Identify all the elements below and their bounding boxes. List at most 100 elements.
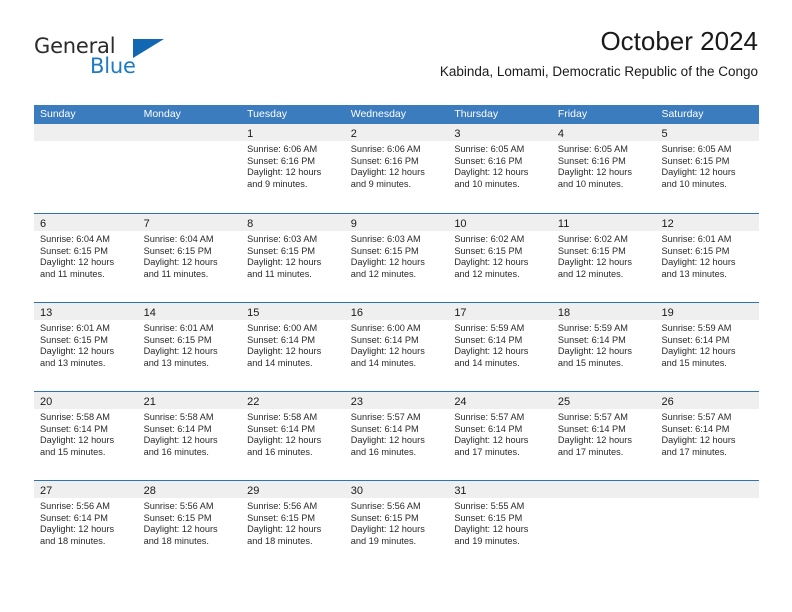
sunrise-text: Sunrise: 5:59 AM (661, 323, 732, 333)
sunrise-text: Sunrise: 6:01 AM (661, 234, 732, 244)
daylight-text: Daylight: 12 hours and 17 minutes. (557, 435, 632, 457)
calendar-day-cell[interactable]: 26 Sunrise: 5:57 AM Sunset: 6:14 PM Dayligh… (655, 392, 760, 480)
sunset-text: Sunset: 6:14 PM (40, 423, 108, 434)
sunrise-text: Sunrise: 5:57 AM (557, 412, 628, 422)
calendar-day-cell[interactable]: 8 Sunrise: 6:03 AM Sunset: 6:15 PM Daylight… (241, 214, 345, 302)
calendar-day-cell[interactable]: 5 Sunrise: 6:05 AM Sunset: 6:15 PM Daylight… (655, 124, 760, 213)
weekday-header-saturday: Saturday (661, 108, 704, 120)
daylight-text: Daylight: 12 hours and 9 minutes. (247, 167, 322, 189)
calendar-day-cell[interactable]: 18 Sunrise: 5:59 AM Sunset: 6:14 PM Dayligh… (551, 303, 656, 391)
daylight-text: Daylight: 12 hours and 18 minutes. (143, 524, 218, 546)
calendar-day-cell[interactable]: 20 Sunrise: 5:58 AM Sunset: 6:14 PM Dayligh… (34, 392, 138, 480)
day-number-band (655, 481, 760, 498)
calendar-day-cell[interactable]: 24 Sunrise: 5:57 AM Sunset: 6:14 PM Dayligh… (448, 392, 552, 480)
calendar-day-cell[interactable]: 29 Sunrise: 5:56 AM Sunset: 6:15 PM Dayligh… (241, 481, 345, 569)
calendar-day-cell[interactable]: 31 Sunrise: 5:55 AM Sunset: 6:15 PM Dayligh… (448, 481, 552, 569)
calendar-day-cell[interactable]: 3 Sunrise: 6:05 AM Sunset: 6:16 PM Daylight… (448, 124, 552, 213)
sunset-text: Sunset: 6:15 PM (143, 334, 212, 345)
daylight-text: Daylight: 12 hours and 10 minutes. (661, 167, 736, 189)
weekday-header-tuesday: Tuesday (247, 108, 288, 120)
day-sun-info: Sunrise: 5:57 AM Sunset: 6:14 PM Daylight:… (448, 409, 552, 458)
calendar-day-cell[interactable]: 16 Sunrise: 6:00 AM Sunset: 6:14 PM Dayligh… (344, 303, 449, 391)
day-number: 15 (247, 307, 260, 319)
daylight-text: Daylight: 12 hours and 11 minutes. (40, 257, 115, 279)
day-number: 24 (454, 396, 467, 408)
day-number-band: 16 (344, 303, 449, 320)
sunset-text: Sunset: 6:15 PM (661, 245, 730, 256)
weekday-header-wednesday: Wednesday (350, 108, 406, 120)
calendar-day-cell[interactable]: 11 Sunrise: 6:02 AM Sunset: 6:15 PM Dayligh… (551, 214, 656, 302)
day-number-band: 4 (551, 124, 656, 141)
calendar-day-cell[interactable]: 22 Sunrise: 5:58 AM Sunset: 6:14 PM Dayligh… (241, 392, 345, 480)
sunset-text: Sunset: 6:15 PM (40, 245, 108, 256)
day-sun-info: Sunrise: 5:56 AM Sunset: 6:14 PM Daylight:… (34, 498, 138, 547)
calendar-day-cell[interactable]: 23 Sunrise: 5:57 AM Sunset: 6:14 PM Dayligh… (344, 392, 449, 480)
day-number: 1 (247, 128, 254, 140)
day-number-band: 18 (551, 303, 656, 320)
day-sun-info: Sunrise: 5:59 AM Sunset: 6:14 PM Daylight:… (655, 320, 759, 369)
daylight-text: Daylight: 12 hours and 11 minutes. (143, 257, 218, 279)
calendar-day-cell[interactable]: 17 Sunrise: 5:59 AM Sunset: 6:14 PM Dayligh… (448, 303, 552, 391)
calendar-day-cell[interactable]: 28 Sunrise: 5:56 AM Sunset: 6:15 PM Dayligh… (137, 481, 242, 569)
day-number-band: 12 (655, 214, 760, 231)
calendar-day-cell[interactable]: 9 Sunrise: 6:03 AM Sunset: 6:15 PM Daylight… (344, 214, 449, 302)
day-sun-info: Sunrise: 5:57 AM Sunset: 6:14 PM Daylight:… (552, 409, 656, 458)
sunset-text: Sunset: 6:15 PM (247, 512, 316, 523)
calendar-day-cell[interactable]: 1 Sunrise: 6:06 AM Sunset: 6:16 PM Daylight… (241, 124, 345, 213)
daylight-text: Daylight: 12 hours and 16 minutes. (143, 435, 218, 457)
day-number-band (34, 124, 138, 141)
weekday-header-sunday: Sunday (40, 108, 76, 120)
day-number-band: 11 (551, 214, 656, 231)
sunset-text: Sunset: 6:15 PM (40, 334, 108, 345)
calendar-day-cell[interactable]: 14 Sunrise: 6:01 AM Sunset: 6:15 PM Dayligh… (137, 303, 242, 391)
sunrise-text: Sunrise: 6:01 AM (40, 323, 110, 333)
day-number: 17 (454, 307, 467, 319)
calendar-day-cell[interactable]: 15 Sunrise: 6:00 AM Sunset: 6:14 PM Dayligh… (241, 303, 345, 391)
sunset-text: Sunset: 6:15 PM (454, 512, 523, 523)
day-number: 13 (40, 307, 53, 319)
triangle-flag-icon (133, 39, 164, 58)
daylight-text: Daylight: 12 hours and 10 minutes. (557, 167, 632, 189)
sunrise-text: Sunrise: 5:56 AM (143, 501, 214, 511)
day-number-band: 1 (241, 124, 345, 141)
sunrise-text: Sunrise: 6:01 AM (143, 323, 214, 333)
daylight-text: Daylight: 12 hours and 14 minutes. (350, 346, 425, 368)
calendar-grid: Sunday Monday Tuesday Wednesday Thursday Frid… (34, 105, 760, 569)
day-sun-info: Sunrise: 5:58 AM Sunset: 6:14 PM Daylight:… (34, 409, 138, 458)
daylight-text: Daylight: 12 hours and 10 minutes. (454, 167, 529, 189)
calendar-day-cell[interactable]: 25 Sunrise: 5:57 AM Sunset: 6:14 PM Dayligh… (551, 392, 656, 480)
sunrise-text: Sunrise: 5:55 AM (454, 501, 525, 511)
sunset-text: Sunset: 6:16 PM (557, 155, 626, 166)
calendar-day-cell[interactable]: 4 Sunrise: 6:05 AM Sunset: 6:16 PM Daylight… (551, 124, 656, 213)
calendar-day-cell[interactable]: 30 Sunrise: 5:56 AM Sunset: 6:15 PM Dayligh… (344, 481, 449, 569)
sunset-text: Sunset: 6:14 PM (661, 423, 730, 434)
calendar-day-cell[interactable]: 13 Sunrise: 6:01 AM Sunset: 6:15 PM Dayligh… (34, 303, 138, 391)
brand-logo[interactable]: General Blue (34, 34, 214, 82)
calendar-day-cell[interactable]: 27 Sunrise: 5:56 AM Sunset: 6:14 PM Dayligh… (34, 481, 138, 569)
day-number: 31 (454, 485, 467, 497)
sunset-text: Sunset: 6:15 PM (350, 512, 419, 523)
day-sun-info: Sunrise: 6:02 AM Sunset: 6:15 PM Daylight:… (448, 231, 552, 280)
day-sun-info: Sunrise: 6:04 AM Sunset: 6:15 PM Daylight:… (34, 231, 138, 280)
calendar-day-cell[interactable]: 7 Sunrise: 6:04 AM Sunset: 6:15 PM Daylight… (137, 214, 242, 302)
day-number-band: 23 (344, 392, 449, 409)
day-sun-info: Sunrise: 6:03 AM Sunset: 6:15 PM Daylight:… (241, 231, 345, 280)
sunrise-text: Sunrise: 5:58 AM (40, 412, 110, 422)
calendar-day-cell[interactable]: 21 Sunrise: 5:58 AM Sunset: 6:14 PM Dayligh… (137, 392, 242, 480)
sunrise-text: Sunrise: 6:06 AM (247, 144, 318, 154)
calendar-day-cell[interactable]: 6 Sunrise: 6:04 AM Sunset: 6:15 PM Daylight… (34, 214, 138, 302)
daylight-text: Daylight: 12 hours and 14 minutes. (454, 346, 529, 368)
day-number: 14 (143, 307, 156, 319)
calendar-day-cell[interactable]: 10 Sunrise: 6:02 AM Sunset: 6:15 PM Dayligh… (448, 214, 552, 302)
calendar-day-cell[interactable]: 2 Sunrise: 6:06 AM Sunset: 6:16 PM Daylight… (344, 124, 449, 213)
day-number: 3 (454, 128, 461, 140)
sunrise-text: Sunrise: 5:58 AM (247, 412, 318, 422)
day-number: 23 (350, 396, 363, 408)
calendar-day-cell[interactable]: 19 Sunrise: 5:59 AM Sunset: 6:14 PM Dayligh… (655, 303, 760, 391)
day-number: 28 (143, 485, 156, 497)
day-sun-info: Sunrise: 6:02 AM Sunset: 6:15 PM Daylight:… (552, 231, 656, 280)
sunset-text: Sunset: 6:14 PM (350, 334, 419, 345)
daylight-text: Daylight: 12 hours and 16 minutes. (350, 435, 425, 457)
calendar-day-cell[interactable]: 12 Sunrise: 6:01 AM Sunset: 6:15 PM Dayligh… (655, 214, 760, 302)
day-number-band: 25 (551, 392, 656, 409)
